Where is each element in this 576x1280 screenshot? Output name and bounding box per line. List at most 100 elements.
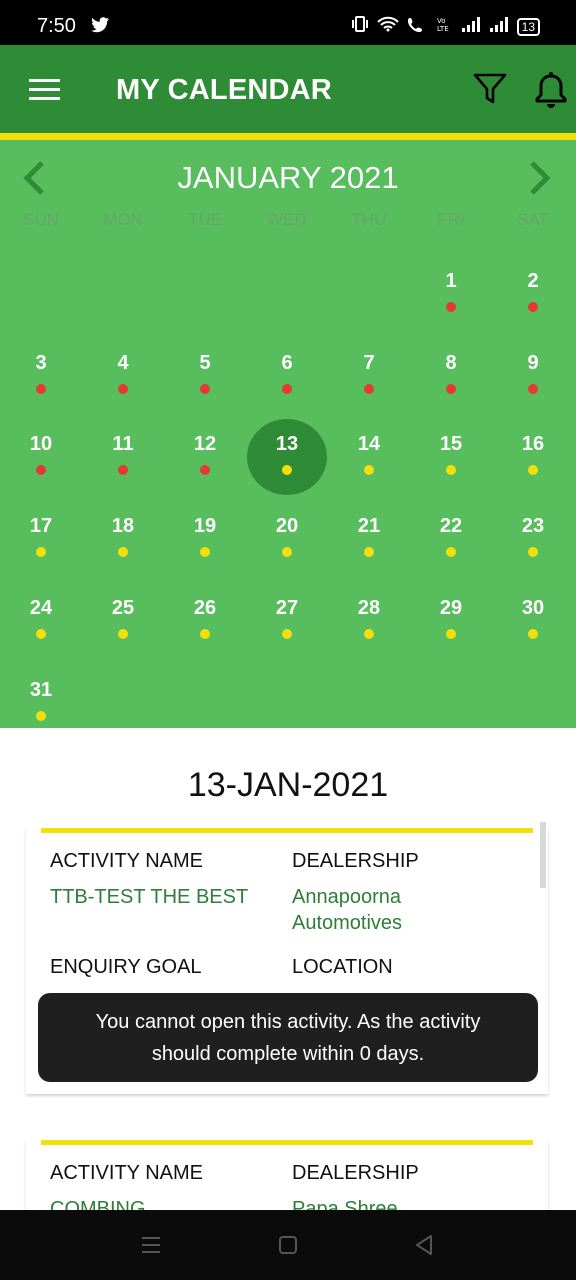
calendar-day[interactable]: 20 bbox=[246, 505, 328, 585]
day-number: 27 bbox=[275, 596, 299, 619]
day-number: 5 bbox=[199, 351, 211, 374]
calendar-day[interactable]: 10 bbox=[0, 423, 82, 503]
day-number: 13 bbox=[275, 433, 299, 456]
calendar-day[interactable]: 29 bbox=[410, 587, 492, 667]
day-number: 25 bbox=[111, 596, 135, 619]
day-number: 23 bbox=[521, 515, 545, 538]
event-dot bbox=[36, 465, 46, 476]
filter-icon[interactable] bbox=[473, 72, 507, 111]
event-dot bbox=[446, 465, 456, 476]
header-divider bbox=[0, 133, 576, 140]
calendar-day[interactable]: 7 bbox=[328, 342, 410, 422]
calendar-day[interactable]: 16 bbox=[492, 423, 574, 503]
event-dot bbox=[364, 383, 374, 394]
calendar-day[interactable]: 15 bbox=[410, 423, 492, 503]
signal-1-icon bbox=[461, 16, 481, 37]
scrollbar[interactable] bbox=[540, 822, 546, 888]
calendar-day[interactable]: 13 bbox=[246, 419, 328, 503]
event-dot bbox=[446, 547, 456, 558]
vibrate-icon bbox=[351, 16, 369, 37]
day-number: 9 bbox=[527, 351, 539, 374]
calendar-day[interactable]: 6 bbox=[246, 342, 328, 422]
event-dot bbox=[282, 547, 292, 558]
calendar-day[interactable]: 21 bbox=[328, 505, 410, 585]
calendar-day[interactable]: 17 bbox=[0, 505, 82, 585]
calendar-day[interactable]: 12 bbox=[164, 423, 246, 503]
event-dot bbox=[364, 547, 374, 558]
event-dot bbox=[282, 628, 292, 639]
event-dot bbox=[200, 383, 210, 394]
event-dot bbox=[528, 628, 538, 639]
calendar-day[interactable]: 11 bbox=[82, 423, 164, 503]
calendar-day[interactable]: 31 bbox=[0, 669, 82, 749]
calendar-day[interactable]: 14 bbox=[328, 423, 410, 503]
calendar-day[interactable]: 22 bbox=[410, 505, 492, 585]
back-icon[interactable] bbox=[414, 1234, 434, 1261]
calendar-day[interactable]: 5 bbox=[164, 342, 246, 422]
status-time: 7:50 bbox=[37, 15, 76, 37]
weekday-label: SUN bbox=[23, 210, 59, 229]
home-icon[interactable] bbox=[278, 1235, 298, 1260]
event-dot bbox=[446, 302, 456, 312]
event-dot bbox=[446, 628, 456, 639]
day-number: 20 bbox=[275, 515, 299, 538]
day-number: 10 bbox=[29, 433, 53, 456]
toast-line-1: You cannot open this activity. As the ac… bbox=[95, 1011, 481, 1033]
selected-day-highlight bbox=[247, 419, 327, 496]
toast-line-2: should complete within 0 days. bbox=[151, 1043, 425, 1065]
weekday-label: MON bbox=[103, 210, 143, 229]
calendar-day[interactable]: 3 bbox=[0, 342, 82, 422]
calendar-day[interactable]: 19 bbox=[164, 505, 246, 585]
calendar-panel: JANUARY 2021 SUN MON TUE WED THU FRI SAT… bbox=[0, 140, 576, 728]
calendar-day[interactable]: 27 bbox=[246, 587, 328, 667]
day-number: 31 bbox=[29, 678, 53, 701]
day-number: 29 bbox=[439, 596, 463, 619]
event-dot bbox=[282, 383, 292, 394]
dealership-value-line2: Automotives bbox=[292, 912, 403, 934]
weekday-label: TUE bbox=[188, 210, 222, 229]
event-dot bbox=[200, 628, 210, 639]
location-label: LOCATION bbox=[292, 956, 393, 978]
status-bar: 7:50 Vo LTE 13 bbox=[0, 0, 576, 45]
svg-text:LTE: LTE bbox=[437, 25, 449, 32]
recents-icon[interactable] bbox=[140, 1235, 162, 1260]
menu-icon[interactable] bbox=[29, 78, 61, 107]
day-number: 12 bbox=[193, 433, 217, 456]
calendar-day[interactable]: 24 bbox=[0, 587, 82, 667]
calendar-day[interactable]: 28 bbox=[328, 587, 410, 667]
calendar-day[interactable]: 1 bbox=[410, 260, 492, 340]
notification-bell-icon[interactable] bbox=[534, 71, 568, 116]
event-dot bbox=[200, 547, 210, 558]
calendar-day[interactable]: 4 bbox=[82, 342, 164, 422]
calendar-day[interactable]: 9 bbox=[492, 342, 574, 422]
calendar-day[interactable]: 23 bbox=[492, 505, 574, 585]
event-dot bbox=[446, 383, 456, 394]
event-dot bbox=[528, 302, 538, 312]
month-title: JANUARY 2021 bbox=[177, 160, 399, 195]
day-number: 16 bbox=[521, 433, 545, 456]
day-number: 19 bbox=[193, 515, 217, 538]
event-dot bbox=[364, 628, 374, 639]
event-dot bbox=[36, 383, 46, 394]
system-nav-bar bbox=[0, 1210, 576, 1280]
calendar-day[interactable]: 8 bbox=[410, 342, 492, 422]
event-dot bbox=[118, 383, 128, 394]
event-dot bbox=[36, 547, 46, 558]
wifi-calling-icon bbox=[407, 16, 429, 37]
signal-2-icon bbox=[489, 16, 509, 37]
day-number: 7 bbox=[363, 351, 375, 374]
calendar-day[interactable]: 30 bbox=[492, 587, 574, 667]
activity-name-label: ACTIVITY NAME bbox=[50, 850, 203, 872]
calendar-day[interactable]: 18 bbox=[82, 505, 164, 585]
next-month-icon[interactable] bbox=[526, 160, 554, 201]
calendar-day[interactable]: 25 bbox=[82, 587, 164, 667]
calendar-day[interactable]: 26 bbox=[164, 587, 246, 667]
toast-message: You cannot open this activity. As the ac… bbox=[38, 993, 538, 1082]
weekday-label: FRI bbox=[437, 210, 465, 229]
activity-name-value: TTB-TEST THE BEST bbox=[50, 886, 249, 908]
dealership-label: DEALERSHIP bbox=[292, 1162, 419, 1184]
weekday-label: THU bbox=[351, 210, 387, 229]
calendar-day[interactable]: 2 bbox=[492, 260, 574, 340]
wifi-icon bbox=[376, 16, 399, 37]
day-number: 24 bbox=[29, 596, 53, 619]
